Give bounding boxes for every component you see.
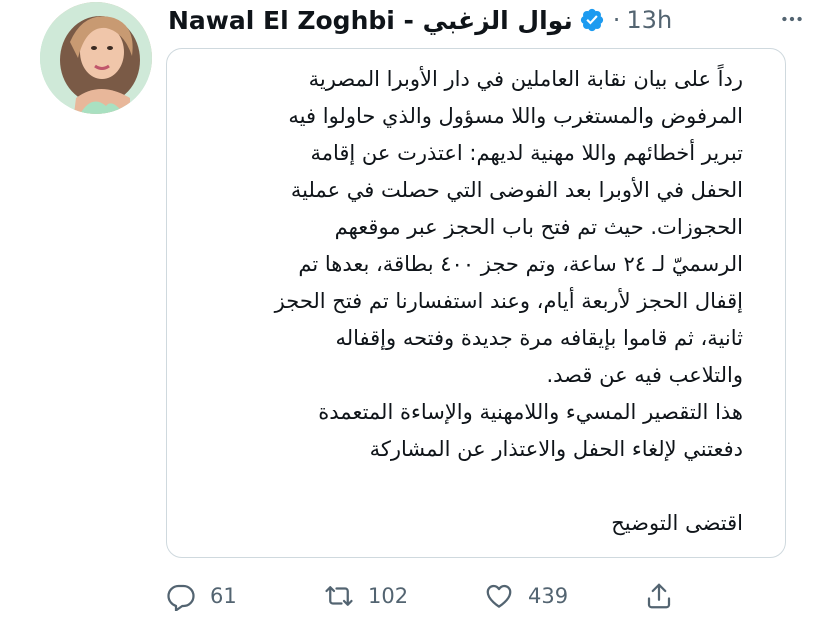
tweet-header: Nawal El Zoghbi - نوال الزغبي · 13h bbox=[168, 2, 807, 38]
card-text: رداً على بيان نقابة العاملين في دار الأو… bbox=[195, 61, 743, 542]
card-line: تبرير أخطائهم واللا مهنية لديهم: اعتذرت … bbox=[310, 141, 743, 165]
card-line: المرفوض والمستغرب واللا مسؤول والذي حاول… bbox=[288, 104, 743, 128]
share-button[interactable] bbox=[644, 581, 674, 611]
heart-icon bbox=[486, 584, 512, 608]
card-line: إقفال الحجز لأربعة أيام، وعند استفسارنا … bbox=[274, 289, 743, 313]
avatar[interactable] bbox=[40, 2, 152, 114]
card-spacer bbox=[195, 468, 743, 505]
reply-count: 61 bbox=[210, 584, 237, 608]
retweet-button[interactable]: 102 bbox=[324, 581, 408, 611]
more-options-button[interactable] bbox=[775, 6, 809, 32]
more-horizontal-icon bbox=[782, 16, 802, 22]
card-line: الحفل في الأوبرا بعد الفوضى التي حصلت في… bbox=[290, 178, 743, 202]
reply-button[interactable]: 61 bbox=[166, 581, 237, 611]
card-line: رداً على بيان نقابة العاملين في دار الأو… bbox=[308, 67, 743, 91]
avatar-image bbox=[40, 2, 152, 114]
verified-badge-icon bbox=[580, 8, 603, 32]
author-name[interactable]: Nawal El Zoghbi - نوال الزغبي bbox=[168, 6, 573, 35]
card-closing: اقتضى التوضيح bbox=[611, 511, 743, 535]
card-line: الحجوزات. حيث تم فتح باب الحجز عبر موقعه… bbox=[334, 215, 743, 239]
like-button[interactable]: 439 bbox=[484, 581, 568, 611]
card-line: دفعتني لإلغاء الحفل والاعتذار عن المشارك… bbox=[369, 437, 743, 461]
retweet-count: 102 bbox=[368, 584, 409, 608]
share-icon bbox=[647, 583, 671, 609]
separator-dot: · bbox=[612, 6, 621, 34]
card-line: ثانية، ثم قاموا بإيقافه مرة جديدة وفتحه … bbox=[335, 326, 743, 350]
retweet-icon bbox=[325, 586, 353, 606]
card-line: والتلاعب فيه عن قصد. bbox=[546, 363, 743, 387]
reply-icon bbox=[167, 584, 195, 611]
tweet-image-card[interactable]: رداً على بيان نقابة العاملين في دار الأو… bbox=[166, 48, 786, 558]
tweet-actions: 61 102 439 bbox=[166, 576, 706, 616]
card-line: هذا التقصير المسيء واللامهنية والإساءة ا… bbox=[318, 400, 743, 424]
card-line: الرسميّ لـ ٢٤ ساعة، وتم حجز ٤٠٠ بطاقة، ب… bbox=[298, 252, 743, 276]
tweet-timestamp[interactable]: 13h bbox=[626, 6, 672, 34]
like-count: 439 bbox=[528, 584, 569, 608]
